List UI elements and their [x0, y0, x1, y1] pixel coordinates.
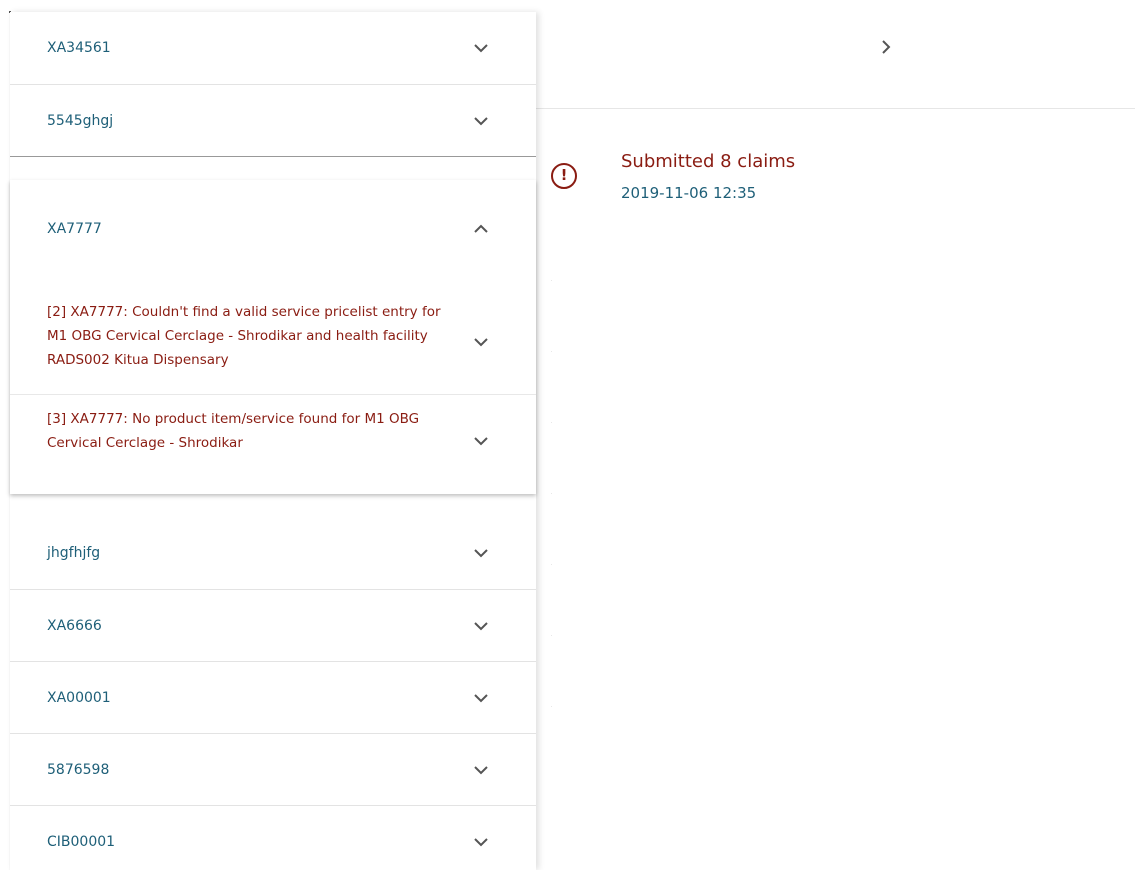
background-marks [551, 280, 553, 720]
list-item[interactable]: XA00001 [10, 662, 536, 734]
expanded-item-header[interactable]: XA7777 [10, 180, 536, 278]
chevron-right-icon[interactable] [877, 38, 895, 56]
divider [10, 156, 536, 157]
list-item-label: XA34561 [47, 40, 111, 56]
claims-panel: XA34561 5545ghgj XA7777 [2] XA7777: Coul… [10, 12, 536, 870]
error-item[interactable]: [2] XA7777: Couldn't find a valid servic… [10, 286, 536, 394]
notice-timestamp: 2019-11-06 12:35 [621, 184, 757, 202]
chevron-up-icon[interactable] [472, 220, 490, 238]
chevron-down-icon[interactable] [472, 544, 490, 562]
error-item[interactable]: [3] XA7777: No product item/service foun… [10, 395, 536, 493]
list-item[interactable]: CIB00001 [10, 806, 536, 870]
chevron-down-icon[interactable] [472, 333, 490, 351]
chevron-down-icon[interactable] [472, 39, 490, 57]
page: ! Submitted 8 claims 2019-11-06 12:35 XA… [0, 0, 1135, 870]
list-item-label: XA00001 [47, 690, 111, 706]
list-item-label: 5545ghgj [47, 113, 114, 129]
submission-notice: ! Submitted 8 claims 2019-11-06 12:35 [551, 151, 1111, 221]
expanded-item: XA7777 [2] XA7777: Couldn't find a valid… [10, 180, 536, 494]
chevron-down-icon[interactable] [472, 617, 490, 635]
notice-title: Submitted 8 claims [621, 151, 796, 172]
expanded-item-label: XA7777 [47, 221, 102, 237]
chevron-down-icon[interactable] [472, 761, 490, 779]
list-item-label: XA6666 [47, 618, 102, 634]
list-item-label: 5876598 [47, 762, 110, 778]
chevron-down-icon[interactable] [472, 689, 490, 707]
list-item[interactable]: XA34561 [10, 12, 536, 84]
list-item[interactable]: jhgfhjfg [10, 517, 536, 589]
list-item[interactable]: 5545ghgj [10, 85, 536, 157]
list-item-label: jhgfhjfg [47, 545, 101, 561]
chevron-down-icon[interactable] [472, 432, 490, 450]
list-item[interactable]: XA6666 [10, 590, 536, 662]
error-message: [2] XA7777: Couldn't find a valid servic… [47, 304, 441, 368]
list-item[interactable]: 5876598 [10, 734, 536, 806]
chevron-down-icon[interactable] [472, 112, 490, 130]
error-message: [3] XA7777: No product item/service foun… [47, 411, 420, 451]
chevron-down-icon[interactable] [472, 833, 490, 851]
alert-circle-icon: ! [551, 163, 577, 189]
list-item-label: CIB00001 [47, 834, 116, 850]
right-header [535, 0, 1135, 109]
